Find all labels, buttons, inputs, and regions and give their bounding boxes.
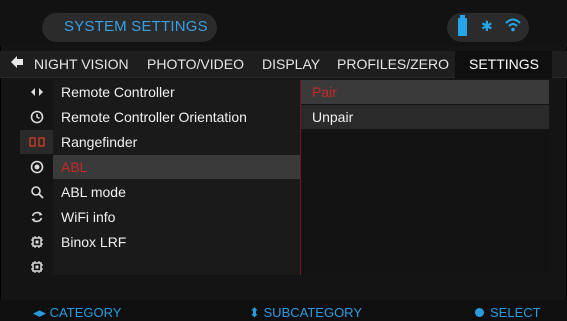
submenu-item-unpair[interactable]: Unpair [301,105,549,129]
menu-item-remote-controller[interactable]: Remote Controller [53,80,300,104]
back-arrow-icon[interactable] [10,55,24,69]
rangefinder-icon [20,130,53,154]
battery-icon [458,15,467,36]
menu-item-empty[interactable] [53,255,300,279]
hint-select: SELECT [475,305,541,320]
chip-icon [20,255,53,279]
search-icon [20,180,53,204]
up-down-arrows-icon: ⬍ [249,305,264,320]
remote-arrows-icon [20,80,53,104]
left-right-arrows-icon: ◂▸ [33,305,50,320]
tab-photo-video[interactable]: PHOTO/VIDEO [147,56,244,72]
hint-category: ◂▸ CATEGORY [33,305,122,320]
menu-item-binox-lrf[interactable]: Binox LRF [53,230,300,254]
category-icon-column [20,80,53,275]
page-title: SYSTEM SETTINGS [64,18,208,35]
submenu-panel: Pair Unpair [301,80,549,275]
tab-display[interactable]: DISPLAY [262,56,320,72]
tab-night-vision[interactable]: NIGHT VISION [34,56,129,72]
bluetooth-icon: ✱ [481,18,493,34]
chip-icon [20,230,53,254]
refresh-icon [20,205,53,229]
wifi-icon [505,18,521,32]
target-icon [20,155,53,179]
menu-item-abl-mode[interactable]: ABL mode [53,180,300,204]
menu-item-rangefinder[interactable]: Rangefinder [53,130,300,154]
tab-settings[interactable]: SETTINGS [469,56,539,72]
device-screen: SYSTEM SETTINGS ✱ NIGHT VISION PHOTO/VID… [0,0,567,321]
menu-item-wifi-info[interactable]: WiFi info [53,205,300,229]
settings-menu-list: Remote Controller Remote Controller Orie… [53,80,302,275]
hint-subcategory: ⬍ SUBCATEGORY [249,305,362,320]
menu-item-remote-controller-orientation[interactable]: Remote Controller Orientation [53,105,300,129]
clock-icon [20,105,53,129]
submenu-item-pair[interactable]: Pair [301,80,549,104]
menu-item-abl[interactable]: ABL [53,155,300,179]
select-dot-icon [475,308,484,317]
tab-profiles-zero[interactable]: PROFILES/ZERO [337,56,449,72]
